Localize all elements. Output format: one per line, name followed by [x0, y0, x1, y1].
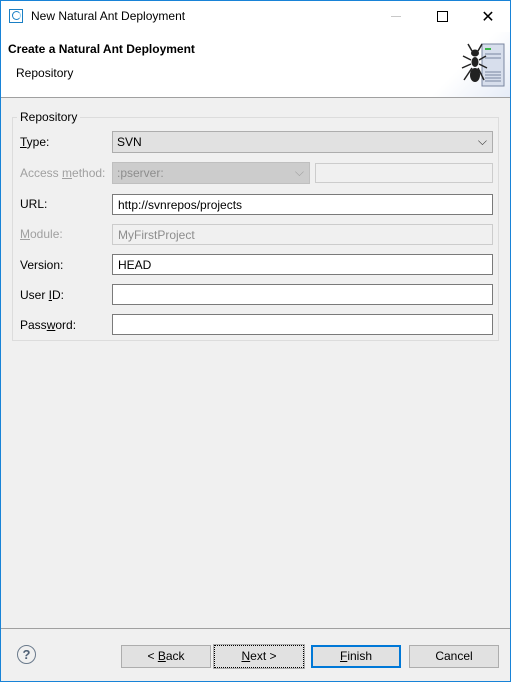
wizard-header: Create a Natural Ant Deployment Reposito… — [1, 32, 510, 98]
access-method-extra-field — [315, 163, 493, 183]
back-button[interactable]: < Back — [121, 645, 211, 668]
finish-button[interactable]: Finish — [311, 645, 401, 668]
wizard-window: New Natural Ant Deployment ✕ Create a Na… — [0, 0, 511, 682]
module-label: Module: — [20, 227, 63, 241]
ant-server-icon — [461, 43, 505, 87]
chevron-down-icon: ⌵ — [477, 134, 487, 148]
minimize-button[interactable] — [373, 1, 419, 32]
cancel-button[interactable]: Cancel — [409, 645, 499, 668]
url-input[interactable]: http://svnrepos/projects — [112, 194, 493, 215]
password-label: Password: — [20, 318, 77, 332]
help-icon[interactable]: ? — [17, 645, 36, 664]
version-input[interactable]: HEAD — [112, 254, 493, 275]
close-icon: ✕ — [481, 8, 495, 26]
header-banner — [430, 32, 510, 97]
title-bar: New Natural Ant Deployment ✕ — [1, 1, 510, 32]
version-label: Version: — [20, 258, 64, 272]
next-button[interactable]: Next > — [213, 644, 305, 669]
access-method-select: :pserver: ⌵ — [112, 162, 310, 184]
password-input[interactable] — [112, 314, 493, 335]
close-button[interactable]: ✕ — [465, 1, 511, 32]
user-id-label: User ID: — [20, 288, 65, 302]
maximize-button[interactable] — [419, 1, 465, 32]
maximize-icon — [436, 11, 448, 22]
footer-separator — [1, 628, 510, 629]
user-id-input[interactable] — [112, 284, 493, 305]
page-title: Create a Natural Ant Deployment — [8, 42, 195, 56]
window-title: New Natural Ant Deployment — [31, 9, 186, 23]
type-select[interactable]: SVN ⌵ — [112, 131, 493, 153]
app-icon — [9, 9, 23, 23]
chevron-down-icon: ⌵ — [294, 165, 304, 179]
page-subtitle: Repository — [16, 66, 74, 80]
module-input: MyFirstProject — [112, 224, 493, 245]
repository-group-label: Repository — [17, 110, 81, 124]
minimize-icon — [391, 16, 401, 17]
type-label: Type: — [20, 135, 50, 149]
access-method-label: Access method: — [20, 166, 106, 180]
url-label: URL: — [20, 197, 48, 211]
